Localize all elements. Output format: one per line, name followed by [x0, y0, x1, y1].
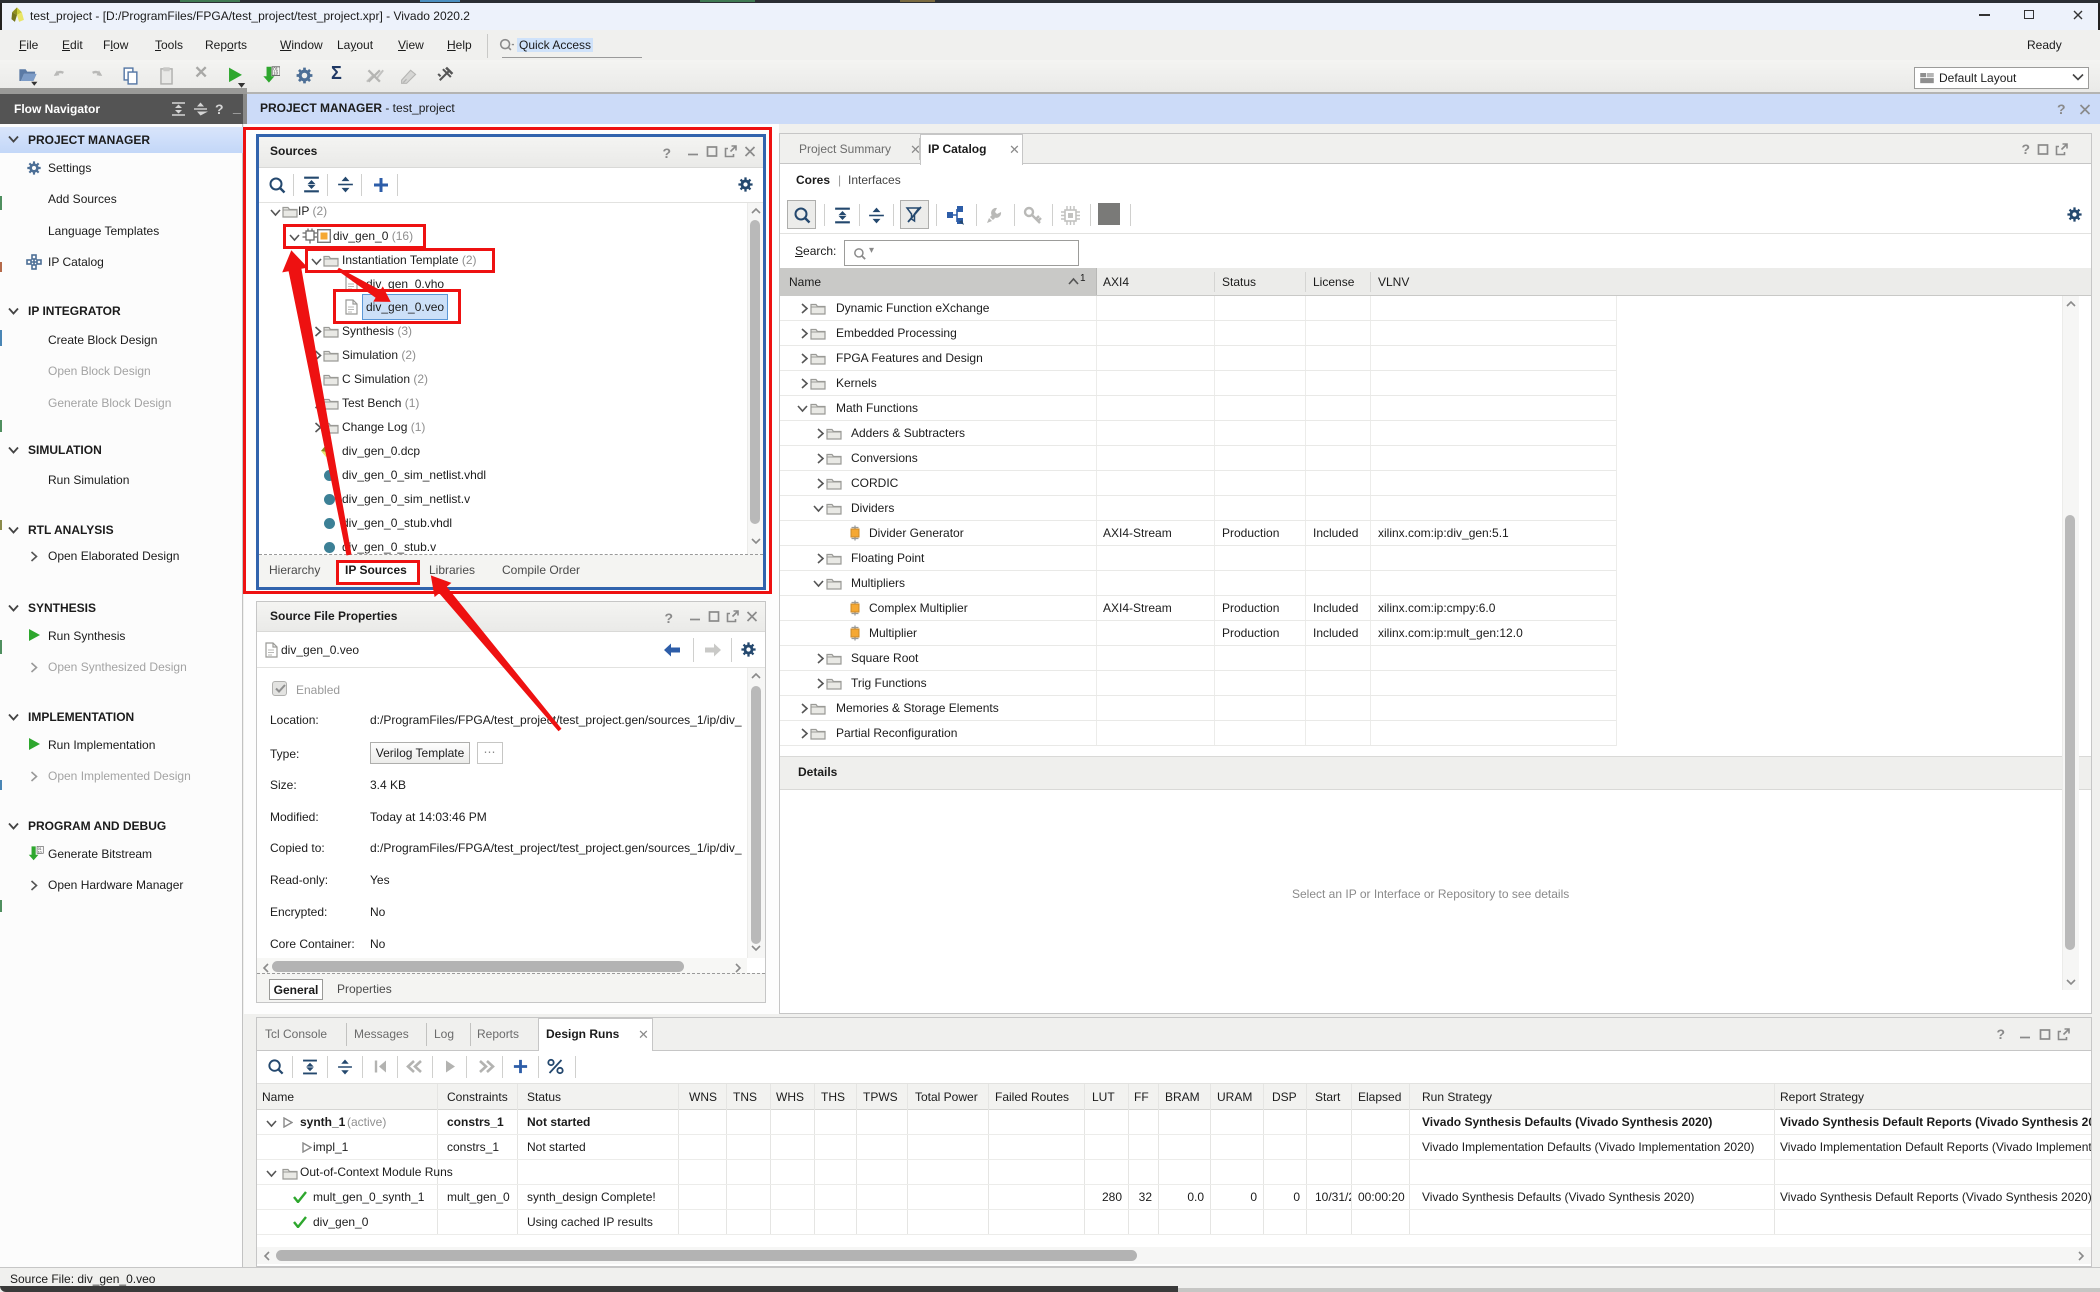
svg-text:10: 10 [273, 71, 278, 76]
svg-text:10: 10 [38, 850, 42, 854]
